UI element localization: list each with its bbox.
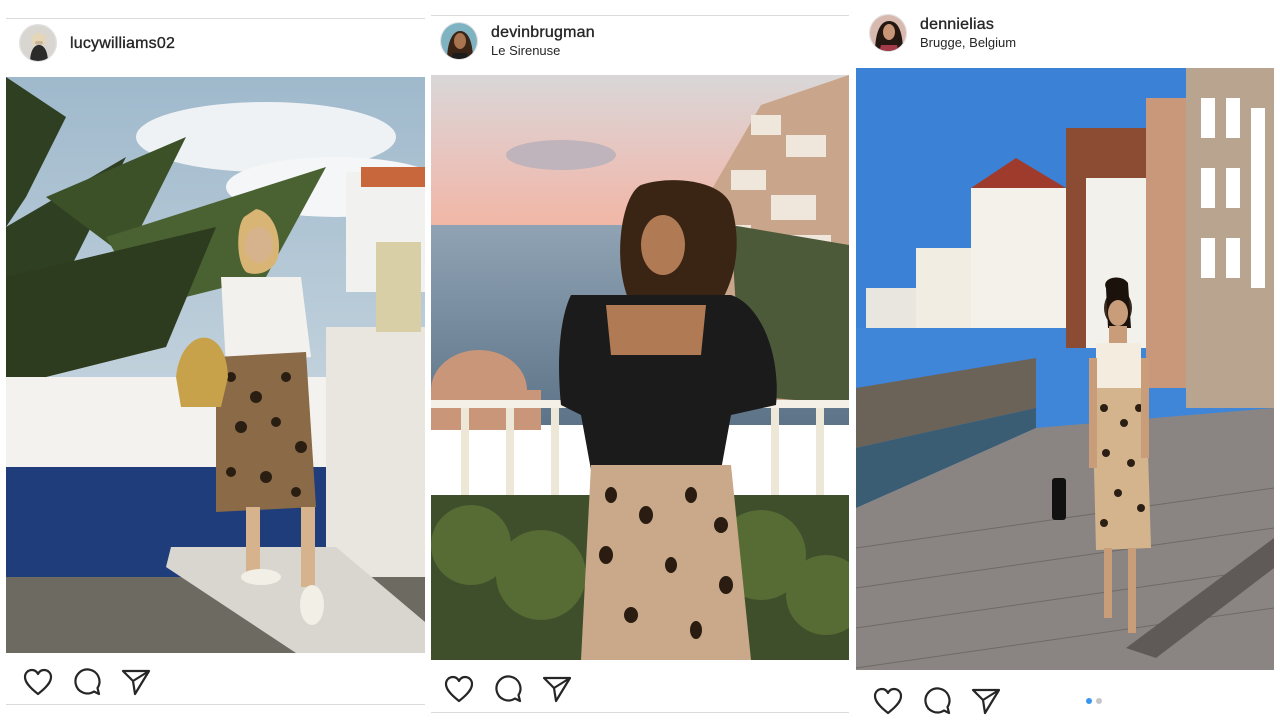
post-photo[interactable] bbox=[431, 75, 849, 660]
avatar[interactable] bbox=[19, 24, 57, 62]
action-bar bbox=[21, 665, 425, 699]
post-header: devinbrugman Le Sirenuse bbox=[440, 22, 849, 60]
post-header: dennielias Brugge, Belgium bbox=[869, 14, 1274, 52]
post-card: devinbrugman Le Sirenuse bbox=[431, 0, 849, 723]
user-meta: devinbrugman Le Sirenuse bbox=[491, 23, 595, 59]
post-photo[interactable] bbox=[6, 77, 425, 653]
photo-image bbox=[6, 77, 425, 653]
photo-image bbox=[856, 68, 1274, 670]
post-card: lucywilliams02 bbox=[6, 0, 425, 723]
username[interactable]: dennielias bbox=[920, 15, 1016, 34]
divider bbox=[6, 18, 425, 19]
paper-plane-icon[interactable] bbox=[969, 684, 1003, 718]
paper-plane-icon[interactable] bbox=[540, 672, 574, 706]
comment-bubble-icon[interactable] bbox=[70, 665, 104, 699]
post-header: lucywilliams02 bbox=[19, 24, 425, 62]
divider bbox=[431, 15, 849, 16]
photo-image bbox=[431, 75, 849, 660]
carousel-dot-active bbox=[1086, 698, 1092, 704]
username[interactable]: devinbrugman bbox=[491, 23, 595, 42]
comment-bubble-icon[interactable] bbox=[920, 684, 954, 718]
heart-icon[interactable] bbox=[871, 684, 905, 718]
carousel-indicator bbox=[1086, 698, 1102, 704]
comment-bubble-icon[interactable] bbox=[491, 672, 525, 706]
action-bar bbox=[442, 672, 849, 706]
username[interactable]: lucywilliams02 bbox=[70, 34, 175, 53]
action-bar bbox=[871, 684, 1274, 718]
location-link[interactable]: Le Sirenuse bbox=[491, 43, 595, 59]
user-meta: dennielias Brugge, Belgium bbox=[920, 15, 1016, 51]
avatar[interactable] bbox=[869, 14, 907, 52]
post-card: dennielias Brugge, Belgium bbox=[856, 0, 1274, 723]
location-link[interactable]: Brugge, Belgium bbox=[920, 35, 1016, 51]
heart-icon[interactable] bbox=[442, 672, 476, 706]
paper-plane-icon[interactable] bbox=[119, 665, 153, 699]
divider bbox=[431, 712, 849, 713]
avatar[interactable] bbox=[440, 22, 478, 60]
carousel-dot bbox=[1096, 698, 1102, 704]
divider bbox=[6, 704, 425, 705]
instagram-posts-collage: lucywilliams02 devinbrugman Le Sirenuse … bbox=[0, 0, 1280, 723]
heart-icon[interactable] bbox=[21, 665, 55, 699]
post-photo[interactable] bbox=[856, 68, 1274, 670]
user-meta: lucywilliams02 bbox=[70, 34, 175, 53]
